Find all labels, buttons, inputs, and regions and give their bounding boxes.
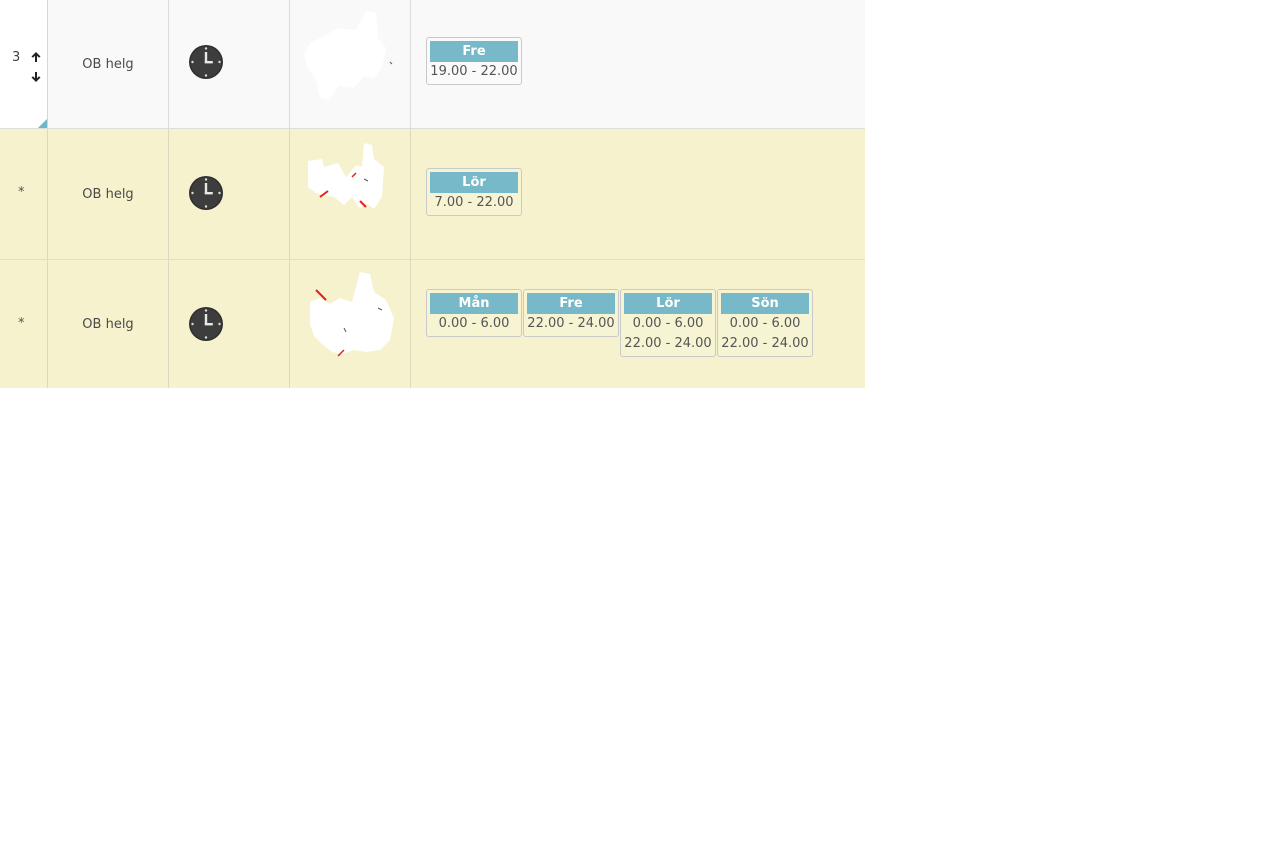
signature-image bbox=[308, 143, 384, 209]
name-cell: OB helg bbox=[48, 0, 169, 128]
row-index-cell: 3 bbox=[0, 0, 48, 128]
day-label: Sön bbox=[721, 293, 809, 314]
day-label: Fre bbox=[430, 41, 518, 62]
day-card[interactable]: Mån 0.00 - 6.00 bbox=[426, 289, 522, 337]
row-name: OB helg bbox=[82, 316, 134, 332]
time-range: 0.00 - 6.00 bbox=[729, 316, 801, 331]
row-index-cell: * bbox=[0, 260, 48, 388]
resize-corner-icon[interactable] bbox=[38, 119, 47, 128]
clock-icon[interactable] bbox=[188, 175, 224, 211]
table-row[interactable]: * OB helg bbox=[0, 260, 865, 388]
day-label: Lör bbox=[430, 172, 518, 193]
time-range: 0.00 - 6.00 bbox=[632, 316, 704, 331]
time-range: 22.00 - 24.00 bbox=[624, 336, 712, 351]
row-index-cell: * bbox=[0, 129, 48, 259]
table-row[interactable]: * OB helg bbox=[0, 129, 865, 260]
schedule-grid: 3 OB helg Fre 19.00 - 22.00 * OB helg Lö… bbox=[0, 0, 865, 388]
row-index: 3 bbox=[12, 50, 21, 65]
day-card[interactable]: Fre 19.00 - 22.00 bbox=[426, 37, 522, 85]
signature-cell bbox=[290, 260, 411, 388]
time-range: 22.00 - 24.00 bbox=[721, 336, 809, 351]
time-range: 7.00 - 22.00 bbox=[434, 195, 514, 210]
day-card[interactable]: Lör 7.00 - 22.00 bbox=[426, 168, 522, 216]
clock-icon[interactable] bbox=[188, 44, 224, 80]
time-range: 0.00 - 6.00 bbox=[438, 316, 510, 331]
name-cell: OB helg bbox=[48, 129, 169, 259]
row-name: OB helg bbox=[82, 186, 134, 202]
schedule-cell: Lör 7.00 - 22.00 bbox=[411, 129, 865, 259]
arrow-up-icon[interactable] bbox=[30, 51, 42, 63]
schedule-days: Lör 7.00 - 22.00 bbox=[426, 168, 522, 216]
schedule-cell: Fre 19.00 - 22.00 bbox=[411, 0, 865, 128]
clock-icon[interactable] bbox=[188, 306, 224, 342]
schedule-days: Mån 0.00 - 6.00 Fre 22.00 - 24.00 Lör 0.… bbox=[426, 289, 813, 357]
day-label: Lör bbox=[624, 293, 712, 314]
day-card[interactable]: Lör 0.00 - 6.00 22.00 - 24.00 bbox=[620, 289, 716, 357]
time-range: 19.00 - 22.00 bbox=[430, 64, 518, 79]
schedule-cell: Mån 0.00 - 6.00 Fre 22.00 - 24.00 Lör 0.… bbox=[411, 260, 865, 388]
icon-cell bbox=[169, 129, 290, 259]
time-range: 22.00 - 24.00 bbox=[527, 316, 615, 331]
signature-image bbox=[310, 272, 394, 357]
signature-image bbox=[304, 11, 393, 100]
day-card[interactable]: Fre 22.00 - 24.00 bbox=[523, 289, 619, 337]
day-card[interactable]: Sön 0.00 - 6.00 22.00 - 24.00 bbox=[717, 289, 813, 357]
row-name: OB helg bbox=[82, 56, 134, 72]
day-label: Fre bbox=[527, 293, 615, 314]
icon-cell bbox=[169, 0, 290, 128]
new-row-marker: * bbox=[18, 185, 25, 200]
name-cell: OB helg bbox=[48, 260, 169, 388]
signature-cell bbox=[290, 129, 411, 259]
table-row[interactable]: 3 OB helg Fre 19.00 - 22.00 bbox=[0, 0, 865, 129]
icon-cell bbox=[169, 260, 290, 388]
arrow-down-icon[interactable] bbox=[30, 71, 42, 83]
day-label: Mån bbox=[430, 293, 518, 314]
schedule-days: Fre 19.00 - 22.00 bbox=[426, 37, 522, 85]
signature-cell bbox=[290, 0, 411, 128]
new-row-marker: * bbox=[18, 316, 25, 331]
